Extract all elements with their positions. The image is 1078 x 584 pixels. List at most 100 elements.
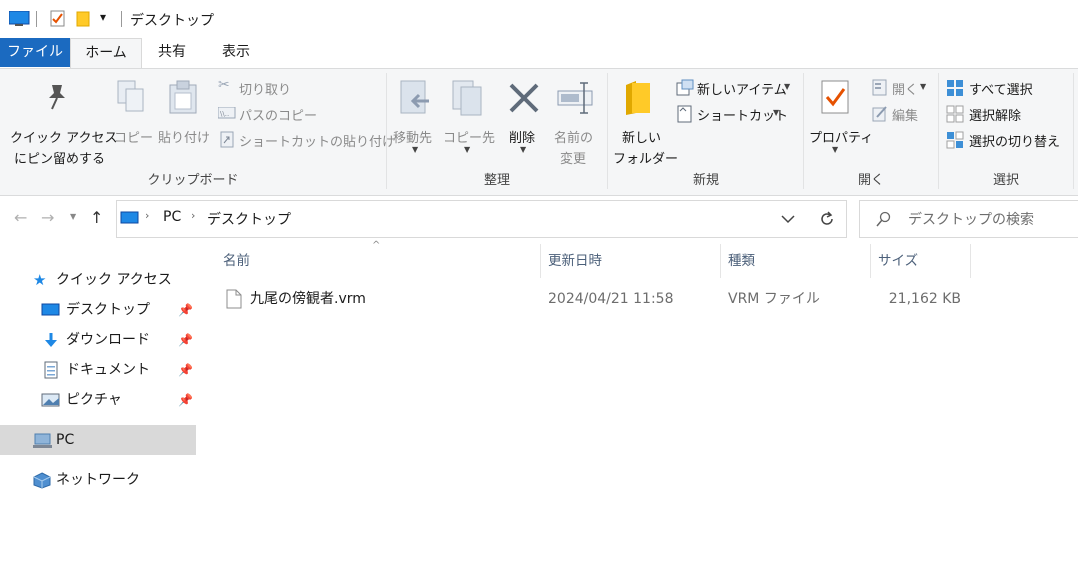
pin-to-quick-access-button[interactable]: クイック アクセス にピン留めする: [2, 75, 117, 167]
move-to-dropdown-icon: ▼: [412, 145, 419, 154]
pc-icon: [33, 433, 52, 448]
column-separator[interactable]: [720, 244, 721, 278]
select-all-icon: [947, 80, 963, 96]
copy-label: コピー: [114, 131, 154, 146]
new-folder-qa-icon[interactable]: [76, 11, 90, 27]
column-separator[interactable]: [870, 244, 871, 278]
open-icon: [872, 79, 887, 96]
pin-icon[interactable]: 📌: [178, 355, 193, 385]
breadcrumb-chevron-icon[interactable]: ›: [145, 209, 149, 222]
file-modified: 2024/04/21 11:58: [548, 291, 674, 307]
title-bar: ▾ デスクトップ: [0, 0, 1078, 38]
qa-customize-dropdown[interactable]: ▾: [100, 10, 106, 24]
edit-icon: [872, 106, 887, 122]
tab-file[interactable]: ファイル: [0, 38, 70, 67]
open-label: 開く: [892, 83, 919, 98]
move-to-icon: [400, 80, 429, 114]
new-folder-button[interactable]: 新しい フォルダー: [610, 75, 678, 167]
nav-network-label: ネットワーク: [56, 472, 140, 488]
nav-quick-access-label: クイック アクセス: [56, 272, 172, 288]
new-folder-label-line1: 新しい: [622, 131, 662, 146]
open-button[interactable]: 開く ▼: [870, 77, 932, 99]
new-folder-icon: [626, 81, 650, 115]
new-item-button[interactable]: 新しいアイテム ▼: [674, 77, 800, 99]
cut-button[interactable]: ✂ 切り取り: [216, 77, 376, 99]
address-history-chevron-down-icon[interactable]: [781, 214, 795, 224]
select-all-button[interactable]: すべて選択: [944, 77, 1072, 99]
move-to-label: 移動先: [393, 131, 433, 146]
rename-button[interactable]: 名前の 変更: [550, 75, 602, 167]
star-icon: ★: [33, 271, 47, 289]
paste-shortcut-button[interactable]: ショートカットの貼り付け: [216, 129, 395, 151]
column-header-modified[interactable]: 更新日時: [548, 244, 718, 278]
column-header-type[interactable]: 種類: [728, 244, 868, 278]
file-name[interactable]: 九尾の傍観者.vrm: [250, 286, 366, 312]
breadcrumb-chevron-icon[interactable]: ›: [191, 209, 195, 222]
pin-icon[interactable]: 📌: [178, 295, 193, 325]
properties-dropdown-icon: ▼: [832, 145, 839, 154]
copy-button[interactable]: コピー: [110, 75, 154, 146]
tab-home[interactable]: ホーム: [70, 38, 142, 69]
nav-item-downloads[interactable]: ダウンロード 📌: [0, 325, 196, 355]
recent-locations-dropdown-icon[interactable]: ▼: [70, 212, 76, 221]
pin-icon[interactable]: 📌: [178, 325, 193, 355]
breadcrumb-desktop[interactable]: デスクトップ: [207, 209, 291, 229]
nav-item-network[interactable]: ネットワーク: [0, 465, 196, 495]
nav-item-desktop[interactable]: デスクトップ 📌: [0, 295, 196, 325]
pc-icon: [120, 211, 139, 224]
paste-button[interactable]: 貼り付け: [156, 75, 212, 146]
nav-item-pc[interactable]: PC: [0, 425, 196, 455]
open-dropdown-icon: ▼: [920, 82, 927, 91]
forward-icon[interactable]: →: [41, 208, 54, 227]
rename-icon: [557, 82, 593, 114]
search-input[interactable]: デスクトップの検索: [908, 209, 1034, 229]
organize-group-label: 整理: [483, 173, 510, 188]
qa-separator: [36, 11, 37, 27]
column-separator[interactable]: [540, 244, 541, 278]
scissors-icon: ✂: [218, 77, 230, 93]
tab-view[interactable]: 表示: [206, 38, 266, 67]
nav-item-label: ドキュメント: [66, 362, 150, 378]
back-icon[interactable]: ←: [14, 208, 27, 227]
new-folder-label-line2: フォルダー: [613, 152, 679, 167]
up-icon[interactable]: ↑: [90, 208, 103, 227]
open-group-label: 開く: [857, 173, 884, 188]
paste-icon: [169, 80, 197, 114]
nav-item-label: ダウンロード: [66, 332, 150, 348]
copy-path-button[interactable]: \\.. パスのコピー: [216, 103, 376, 125]
group-separator: [938, 73, 939, 189]
copy-to-button[interactable]: コピー先 ▼: [442, 75, 495, 161]
tab-share[interactable]: 共有: [142, 38, 202, 67]
select-none-button[interactable]: 選択解除: [944, 103, 1072, 125]
pin-label-line2: にピン留めする: [14, 152, 106, 167]
properties-label: プロパティ: [809, 131, 874, 146]
nav-item-label: ピクチャ: [66, 392, 122, 408]
nav-item-documents[interactable]: ドキュメント 📌: [0, 355, 196, 385]
group-separator: [803, 73, 804, 189]
invert-selection-button[interactable]: 選択の切り替え: [944, 129, 1074, 151]
nav-item-pictures[interactable]: ピクチャ 📌: [0, 385, 196, 415]
address-bar[interactable]: › PC › デスクトップ: [116, 200, 810, 238]
delete-dropdown-icon: ▼: [520, 145, 527, 154]
file-size: 21,162 KB: [888, 291, 961, 307]
column-header-size[interactable]: サイズ: [878, 244, 968, 278]
properties-qa-icon[interactable]: [50, 10, 66, 28]
properties-button[interactable]: プロパティ ▼: [806, 75, 873, 165]
refresh-button[interactable]: [808, 200, 847, 238]
new-group-label: 新規: [692, 173, 719, 188]
shortcut-icon: [677, 105, 692, 123]
easy-access-button[interactable]: ショートカット ▼: [674, 103, 800, 125]
delete-button[interactable]: 削除 ▼: [498, 75, 548, 161]
search-icon: [876, 211, 891, 227]
group-separator: [1073, 73, 1074, 189]
move-to-button[interactable]: 移動先 ▼: [390, 75, 440, 161]
column-header-name[interactable]: 名前: [223, 244, 539, 278]
delete-label: 削除: [509, 131, 536, 146]
nav-quick-access[interactable]: ★ クイック アクセス: [0, 265, 196, 295]
search-box[interactable]: デスクトップの検索: [859, 200, 1078, 238]
breadcrumb-pc[interactable]: PC: [163, 209, 181, 225]
pin-icon[interactable]: 📌: [178, 385, 193, 415]
ribbon-tabs: ファイル ホーム 共有 表示: [0, 38, 1078, 69]
edit-button[interactable]: 編集: [870, 103, 932, 125]
column-separator[interactable]: [970, 244, 971, 278]
